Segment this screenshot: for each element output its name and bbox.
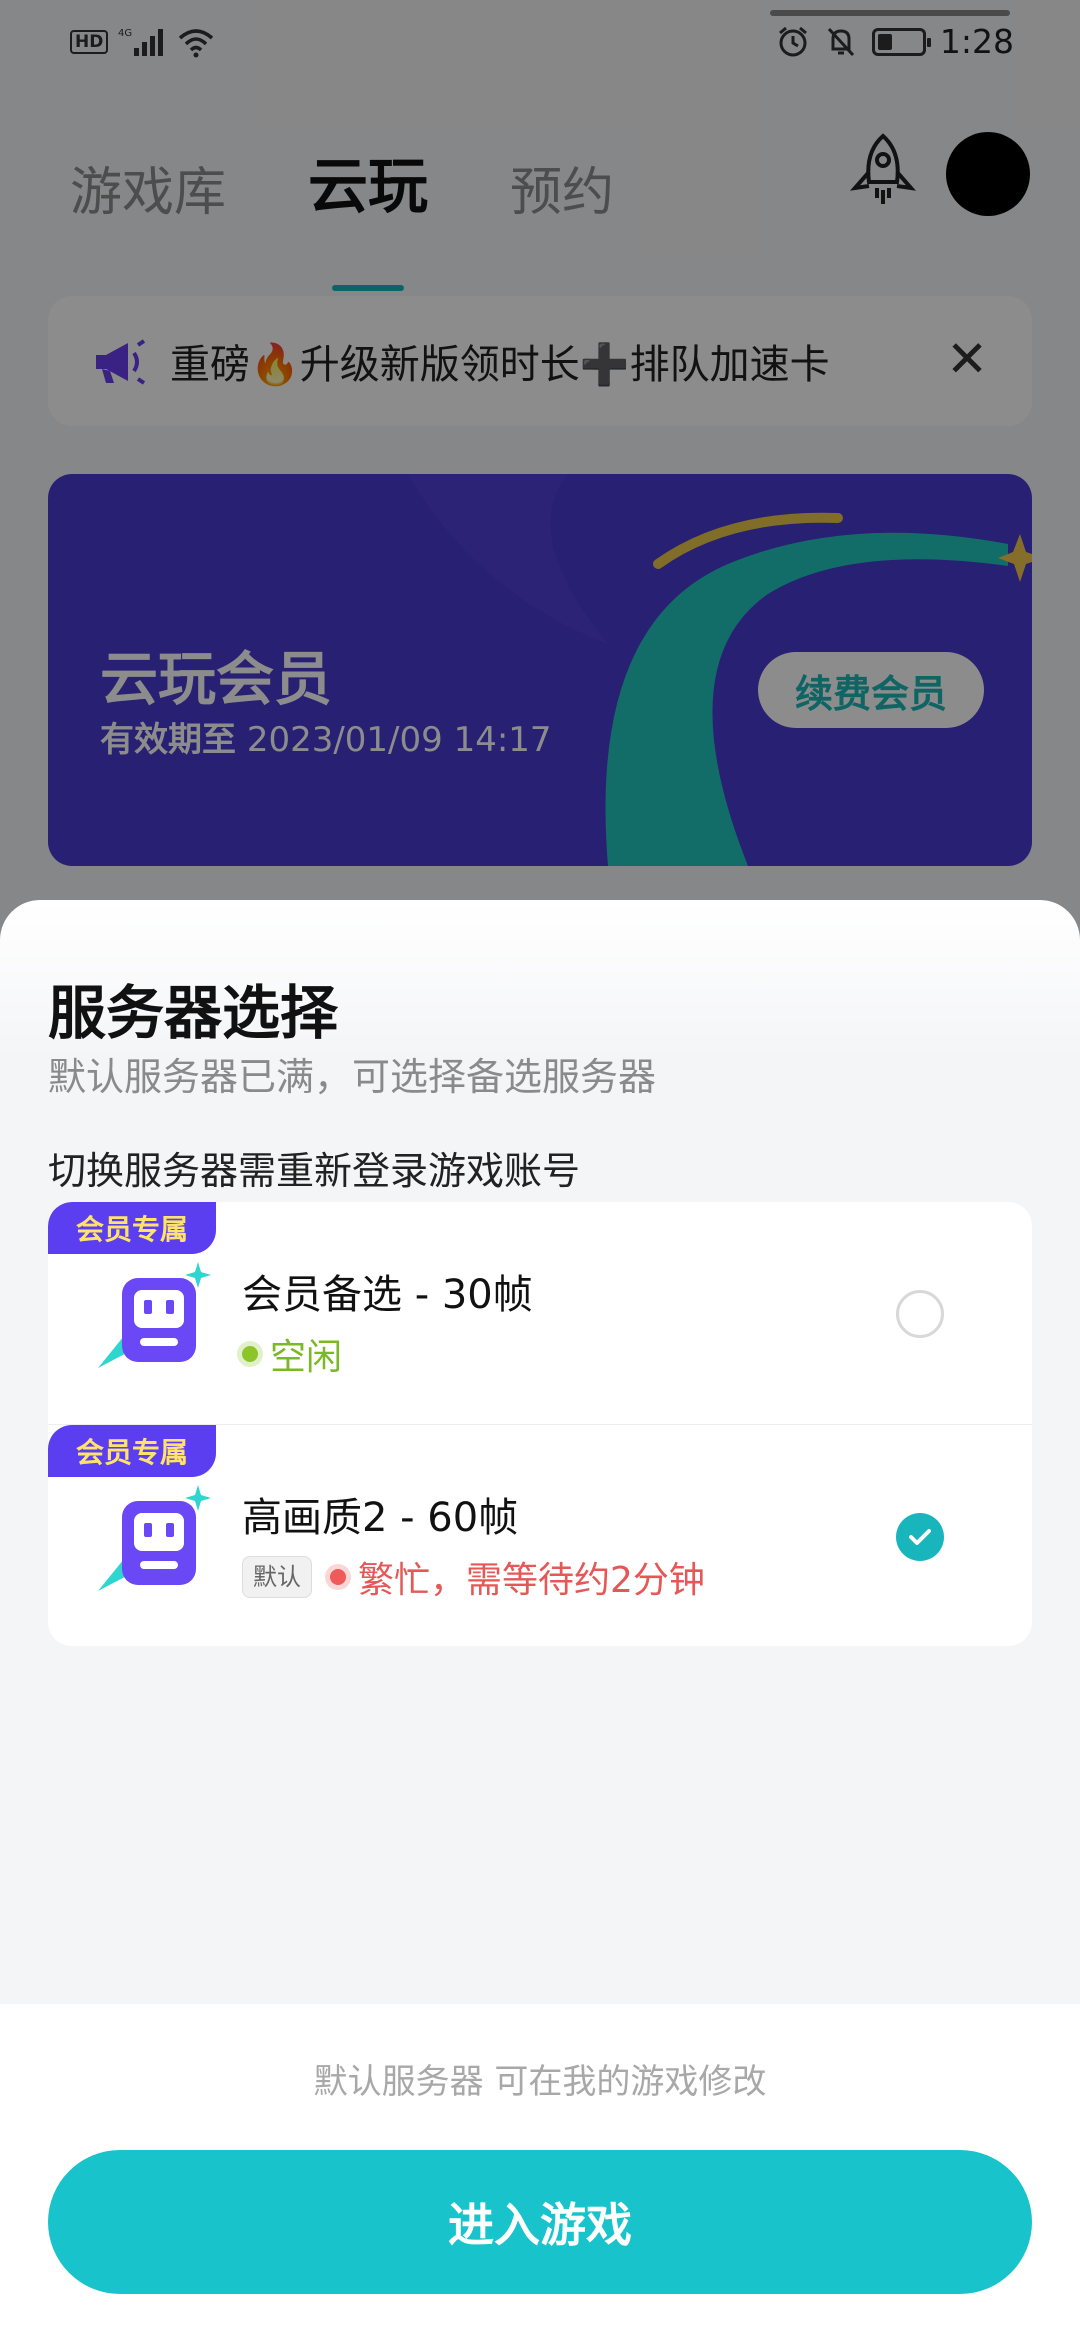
enter-game-button[interactable]: 进入游戏 (48, 2150, 1032, 2294)
busy-status-dot (330, 1569, 346, 1585)
sheet-footer: 默认服务器 可在我的游戏修改 进入游戏 (0, 2004, 1080, 2340)
server-status: 默认 繁忙，需等待约2分钟 (242, 1551, 705, 1603)
sheet-subtitle: 默认服务器已满，可选择备选服务器 (48, 1055, 657, 1099)
server-name: 高画质2 - 60帧 (242, 1495, 519, 1541)
server-status-text: 繁忙，需等待约2分钟 (358, 1560, 705, 1601)
server-radio-unchecked[interactable] (896, 1290, 944, 1338)
server-status-text: 空闲 (270, 1337, 343, 1378)
server-radio-checked[interactable] (896, 1513, 944, 1561)
check-icon (909, 1529, 931, 1545)
default-tag: 默认 (242, 1556, 312, 1598)
member-exclusive-badge: 会员专属 (48, 1425, 216, 1477)
sheet-title: 服务器选择 (48, 979, 339, 1047)
server-list: 会员专属 会员备选 - 30帧 空闲 会员专属 高画质2 - 60帧 默认 繁忙… (48, 1202, 1032, 1646)
member-exclusive-badge: 会员专属 (48, 1202, 216, 1254)
server-status: 空闲 (242, 1328, 342, 1380)
server-name: 会员备选 - 30帧 (242, 1272, 533, 1318)
sheet-note: 切换服务器需重新登录游戏账号 (48, 1149, 581, 1193)
footer-hint: 默认服务器 可在我的游戏修改 (313, 2062, 767, 2102)
server-option-hq2[interactable]: 会员专属 高画质2 - 60帧 默认 繁忙，需等待约2分钟 (48, 1424, 1032, 1646)
idle-status-dot (242, 1346, 258, 1362)
server-option-member-backup[interactable]: 会员专属 会员备选 - 30帧 空闲 (48, 1202, 1032, 1424)
server-select-sheet: 服务器选择 默认服务器已满，可选择备选服务器 切换服务器需重新登录游戏账号 会员… (0, 900, 1080, 2340)
robot-logo-icon (98, 1485, 211, 1591)
robot-logo-icon (98, 1262, 211, 1368)
